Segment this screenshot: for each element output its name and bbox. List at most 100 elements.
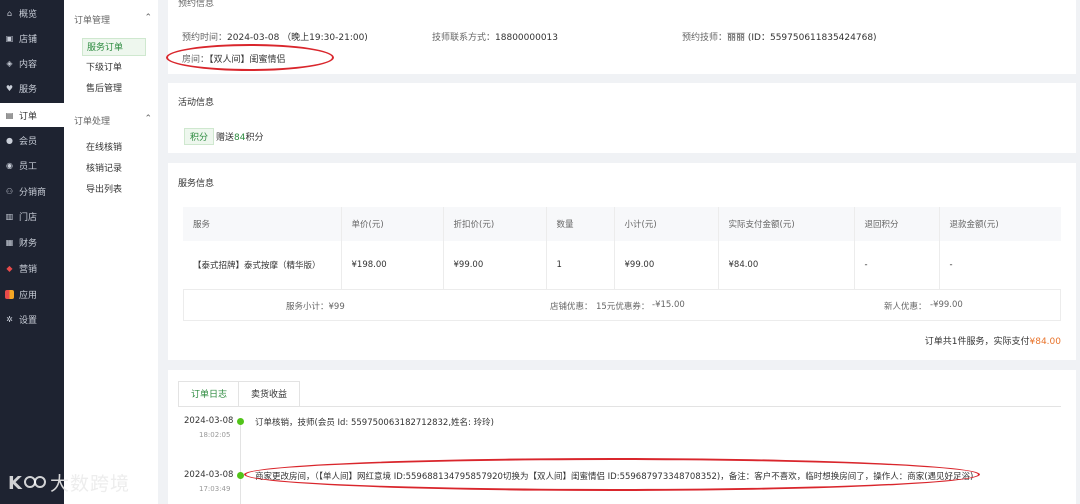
shop-icon: ▣ xyxy=(5,33,14,43)
table-cell: ¥84.00 xyxy=(718,241,855,290)
annotation-oval-log xyxy=(244,458,980,491)
nav-item-marketing[interactable]: ◆ 营销 xyxy=(0,256,64,280)
submenu-group-order-management[interactable]: 订单管理 ⌃ xyxy=(74,13,152,26)
nav-label: 员工 xyxy=(19,161,38,172)
nav-label: 分销商 xyxy=(19,187,47,198)
tab-order-log[interactable]: 订单日志 xyxy=(178,381,241,407)
submenu-group-order-processing[interactable]: 订单处理 ⌃ xyxy=(74,114,152,127)
coupon-label: 15元优惠券： xyxy=(596,302,650,312)
activity-card: 活动信息 积分 赠送84积分 xyxy=(168,83,1076,153)
nav-item-overview[interactable]: ⌂ 概览 xyxy=(0,1,64,25)
booking-tech-label: 预约技师： xyxy=(682,33,728,43)
submenu: 订单管理 ⌃ 服务订单 下级订单 售后管理 订单处理 ⌃ 在线核销 核销记录 导出列… xyxy=(64,0,158,504)
column-header: 单价(元) xyxy=(341,207,444,241)
order-icon: ▤ xyxy=(5,110,14,120)
nav-item-distributor[interactable]: ⚇ 分销商 xyxy=(0,179,64,203)
nav-item-staff[interactable]: ◉ 员工 xyxy=(0,153,64,177)
tab-divider xyxy=(178,406,1061,407)
table-cell: - xyxy=(854,241,940,290)
chevron-up-icon: ⌃ xyxy=(144,114,152,124)
annotation-oval-room xyxy=(166,44,334,71)
log-entry-text: 订单核销，技师(会员 Id: 559750063182712832,姓名: 玲玲… xyxy=(255,418,494,428)
booking-title: 预约信息 xyxy=(178,0,215,9)
nav-item-finance[interactable]: ▦ 财务 xyxy=(0,230,64,254)
booking-time-value: 2024-03-08 （晚上19:30-21:00) xyxy=(227,33,368,43)
booking-technician: 预约技师：丽丽 (ID：559750611835424768) xyxy=(682,30,877,43)
nav-item-shop[interactable]: ▣ 店铺 xyxy=(0,26,64,50)
table-header-row: 服务 单价(元) 折扣价(元) 数量 小计(元) 实际支付金额(元) 退回积分 … xyxy=(183,207,1061,241)
table-cell: ¥99.00 xyxy=(443,241,547,290)
activity-points: 84 xyxy=(234,133,246,143)
new-user-discount-label: 新人优惠： xyxy=(884,302,927,312)
submenu-item-export-list[interactable]: 导出列表 xyxy=(82,181,146,199)
tab-sales-income[interactable]: 卖货收益 xyxy=(238,381,301,407)
booking-contact-label: 技师联系方式： xyxy=(432,33,496,43)
svg-text:K: K xyxy=(8,473,23,494)
points-badge: 积分 xyxy=(184,128,215,145)
content-icon: ◈ xyxy=(6,58,13,68)
column-header: 服务 xyxy=(183,207,342,241)
nav-item-store[interactable]: ▥ 门店 xyxy=(0,204,64,228)
submenu-group-label: 订单管理 xyxy=(74,16,111,26)
watermark-text: 大数跨境 xyxy=(50,472,131,495)
submenu-item-verify-records[interactable]: 核销记录 xyxy=(82,160,146,178)
table-cell: 1 xyxy=(546,241,615,290)
table-cell: 【泰式招牌】泰式按摩（精华版） xyxy=(183,241,342,290)
table-cell: - xyxy=(939,241,1061,290)
nav-label: 概览 xyxy=(19,9,38,20)
submenu-item-online-verify[interactable]: 在线核销 xyxy=(82,139,146,157)
store-icon: ▥ xyxy=(5,211,14,221)
column-header: 退回积分 xyxy=(854,207,940,241)
column-header: 折扣价(元) xyxy=(443,207,547,241)
activity-text-post: 积分 xyxy=(245,133,264,143)
apps-icon xyxy=(5,289,14,299)
nav-item-order[interactable]: ▤ 订单 xyxy=(0,103,64,127)
nav-label: 订单 xyxy=(19,111,38,122)
order-total: 订单共1件服务，实际支付¥84.00 xyxy=(925,334,1061,347)
order-total-label: 订单共1件服务，实际支付 xyxy=(924,337,1030,347)
submenu-item-sub-orders[interactable]: 下级订单 xyxy=(82,59,146,77)
chevron-up-icon: ⌃ xyxy=(144,13,152,23)
submenu-group-label: 订单处理 xyxy=(74,117,111,127)
activity-title: 活动信息 xyxy=(178,98,215,108)
watermark: K 大数跨境 xyxy=(6,468,130,496)
booking-time-label: 预约时间： xyxy=(182,33,228,43)
service-subtotal: 服务小计：¥99 xyxy=(286,302,345,312)
order-total-value: ¥84.00 xyxy=(1029,337,1062,347)
settings-icon: ✲ xyxy=(6,314,13,324)
table-row: 【泰式招牌】泰式按摩（精华版） ¥198.00 ¥99.00 1 ¥99.00 … xyxy=(183,241,1061,290)
nav-item-settings[interactable]: ✲ 设置 xyxy=(0,307,64,331)
booking-time: 预约时间：2024-03-08 （晚上19:30-21:00) xyxy=(182,30,368,43)
nav-item-service[interactable]: ♥ 服务 xyxy=(0,76,64,100)
watermark-logo-icon: K xyxy=(8,473,46,494)
nav-label: 服务 xyxy=(19,84,38,95)
home-icon: ⌂ xyxy=(6,8,13,18)
nav-label: 门店 xyxy=(19,212,38,223)
service-title: 服务信息 xyxy=(178,179,215,189)
nav-label: 内容 xyxy=(19,59,38,70)
marketing-icon: ◆ xyxy=(6,263,13,273)
nav-label: 会员 xyxy=(19,136,38,147)
nav-label: 财务 xyxy=(19,238,38,249)
submenu-item-service-orders[interactable]: 服务订单 xyxy=(82,38,146,56)
nav-label: 设置 xyxy=(19,315,38,326)
sidebar: ⌂ 概览 ▣ 店铺 ◈ 内容 ♥ 服务 ▤ 订单 ● 会员 ◉ 员工 ⚇ 分销商 ▥ 门店 ▦ 财务… xyxy=(0,0,64,504)
activity-text-pre: 赠送 xyxy=(216,133,235,143)
submenu-item-after-sales[interactable]: 售后管理 xyxy=(82,80,146,98)
column-header: 数量 xyxy=(546,207,615,241)
log-time: 17:03:49 xyxy=(199,485,231,493)
service-table: 服务 单价(元) 折扣价(元) 数量 小计(元) 实际支付金额(元) 退回积分 … xyxy=(183,207,1061,290)
timeline-line xyxy=(240,424,241,504)
booking-contact: 技师联系方式：18800000013 xyxy=(432,30,558,43)
new-user-discount-value: -¥99.00 xyxy=(930,300,963,310)
nav-item-member[interactable]: ● 会员 xyxy=(0,128,64,152)
booking-contact-value: 18800000013 xyxy=(495,33,559,43)
column-header: 小计(元) xyxy=(614,207,719,241)
column-header: 实际支付金额(元) xyxy=(718,207,855,241)
nav-item-apps[interactable]: 应用 xyxy=(0,282,64,306)
member-icon: ● xyxy=(6,135,13,145)
coupon-value: -¥15.00 xyxy=(652,300,685,310)
table-cell: ¥198.00 xyxy=(341,241,444,290)
nav-item-content[interactable]: ◈ 内容 xyxy=(0,51,64,75)
booking-tech-value: 丽丽 (ID：559750611835424768) xyxy=(727,33,877,43)
